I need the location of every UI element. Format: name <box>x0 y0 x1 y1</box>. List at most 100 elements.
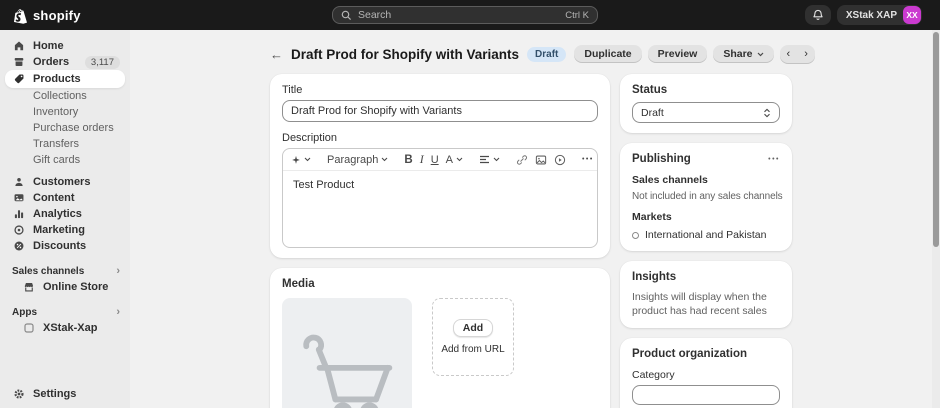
scrollbar-thumb[interactable] <box>933 32 939 247</box>
sidebar-item-collections[interactable]: Collections <box>0 88 130 104</box>
topbar: shopify Search Ctrl K XStak XAP XX <box>0 0 940 30</box>
color-label: A <box>446 154 453 166</box>
text-color-button[interactable]: A <box>446 154 463 166</box>
italic-button[interactable]: I <box>420 152 424 167</box>
sidebar-item-online-store[interactable]: Online Store <box>0 279 130 295</box>
markets-subhead: Markets <box>632 211 780 223</box>
account-menu[interactable]: XStak XAP XX <box>837 5 922 25</box>
status-select[interactable]: Draft <box>632 102 780 123</box>
insert-video-button[interactable] <box>554 154 566 166</box>
sidebar-item-customers[interactable]: Customers <box>0 174 130 190</box>
back-button[interactable]: ← <box>270 47 283 62</box>
pagination: ‹ › <box>780 45 815 64</box>
sidebar-item-label: Content <box>33 192 75 204</box>
media-thumbnail[interactable] <box>282 298 412 408</box>
page-scrollbar[interactable] <box>932 30 940 408</box>
page-header: ← Draft Prod for Shopify with Variants D… <box>270 42 792 66</box>
products-tag-icon <box>12 73 25 86</box>
search-icon <box>341 10 352 21</box>
apps-label: Apps <box>12 307 37 318</box>
sales-channels-status: Not included in any sales channels <box>632 191 780 202</box>
sidebar-item-label: Discounts <box>33 240 86 252</box>
editor-more-button[interactable]: ••• <box>582 156 594 163</box>
sidebar-item-label: Products <box>33 73 81 85</box>
link-button[interactable] <box>516 154 528 166</box>
sidebar-item-orders[interactable]: Orders 3,117 <box>0 54 130 70</box>
status-badge: Draft <box>527 47 566 62</box>
orders-count-badge: 3,117 <box>85 56 120 69</box>
sparkle-icon <box>291 155 301 165</box>
sidebar-item-inventory[interactable]: Inventory <box>0 104 130 120</box>
insights-card: Insights Insights will display when the … <box>620 261 792 328</box>
align-icon <box>479 155 490 164</box>
bold-button[interactable]: B <box>404 154 412 166</box>
search-input[interactable]: Search Ctrl K <box>332 6 598 24</box>
page-title: Draft Prod for Shopify with Variants <box>291 47 519 62</box>
search-shortcut: Ctrl K <box>565 10 589 21</box>
insert-image-button[interactable] <box>535 154 547 166</box>
media-heading: Media <box>282 278 598 290</box>
sidebar-item-discounts[interactable]: Discounts <box>0 238 130 254</box>
shopify-logo[interactable]: shopify <box>12 7 81 24</box>
category-input[interactable] <box>632 385 780 405</box>
account-name: XStak XAP <box>846 10 897 21</box>
title-input[interactable] <box>282 100 598 122</box>
ai-magic-button[interactable] <box>291 155 311 165</box>
sales-channels-section[interactable]: Sales channels › <box>0 263 130 279</box>
sidebar-item-products[interactable]: Products <box>5 70 125 88</box>
image-icon <box>535 154 547 166</box>
paragraph-label: Paragraph <box>327 154 378 166</box>
discounts-icon <box>12 240 25 253</box>
search-placeholder: Search <box>358 9 391 21</box>
shopify-bag-icon <box>12 7 28 24</box>
markets-value: International and Pakistan <box>645 229 766 241</box>
insights-heading: Insights <box>632 271 780 283</box>
sidebar-item-settings[interactable]: Settings <box>0 386 130 402</box>
content-icon <box>12 192 25 205</box>
add-media-button[interactable]: Add <box>453 319 493 337</box>
sidebar-item-label: Gift cards <box>33 154 80 166</box>
sidebar-item-analytics[interactable]: Analytics <box>0 206 130 222</box>
notifications-button[interactable] <box>805 5 831 25</box>
align-button[interactable] <box>479 155 500 164</box>
sidebar-item-gift-cards[interactable]: Gift cards <box>0 152 130 168</box>
updown-chevron-icon <box>763 108 771 118</box>
status-card: Status Draft <box>620 74 792 133</box>
sidebar-item-xstak-xap[interactable]: XStak-Xap <box>0 320 130 336</box>
bell-icon <box>812 9 824 21</box>
insights-text: Insights will display when the product h… <box>632 290 780 318</box>
organization-heading: Product organization <box>632 348 780 360</box>
media-card: Media <box>270 268 610 408</box>
share-button[interactable]: Share <box>713 45 773 63</box>
sidebar-item-label: Customers <box>33 176 90 188</box>
home-icon <box>12 40 25 53</box>
paragraph-style-dropdown[interactable]: Paragraph <box>327 154 388 166</box>
media-upload-zone[interactable]: Add Add from URL <box>432 298 514 376</box>
sidebar-item-marketing[interactable]: Marketing <box>0 222 130 238</box>
rich-text-editor: Paragraph B I U A <box>282 148 598 248</box>
sales-channels-subhead: Sales channels <box>632 174 780 186</box>
preview-button[interactable]: Preview <box>648 45 708 63</box>
sidebar: Home Orders 3,117 Products Collections I… <box>0 30 130 408</box>
sidebar-item-label: Inventory <box>33 106 78 118</box>
sidebar-item-content[interactable]: Content <box>0 190 130 206</box>
publishing-more-button[interactable]: ••• <box>768 156 780 163</box>
sidebar-item-label: Purchase orders <box>33 122 114 134</box>
add-from-url-link[interactable]: Add from URL <box>441 344 504 355</box>
apps-section[interactable]: Apps › <box>0 304 130 320</box>
sidebar-item-transfers[interactable]: Transfers <box>0 136 130 152</box>
description-textarea[interactable]: Test Product <box>283 171 597 247</box>
prev-product-button[interactable]: ‹ <box>780 45 798 64</box>
sidebar-item-home[interactable]: Home <box>0 38 130 54</box>
sidebar-item-purchase-orders[interactable]: Purchase orders <box>0 120 130 136</box>
chevron-down-icon <box>757 52 764 57</box>
sidebar-item-label: Home <box>33 40 64 52</box>
analytics-icon <box>12 208 25 221</box>
share-label: Share <box>723 48 752 60</box>
duplicate-button[interactable]: Duplicate <box>574 45 641 63</box>
next-product-button[interactable]: › <box>797 45 815 64</box>
description-label: Description <box>282 132 598 144</box>
underline-button[interactable]: U <box>431 154 439 166</box>
status-value: Draft <box>641 107 664 119</box>
marketing-icon <box>12 224 25 237</box>
